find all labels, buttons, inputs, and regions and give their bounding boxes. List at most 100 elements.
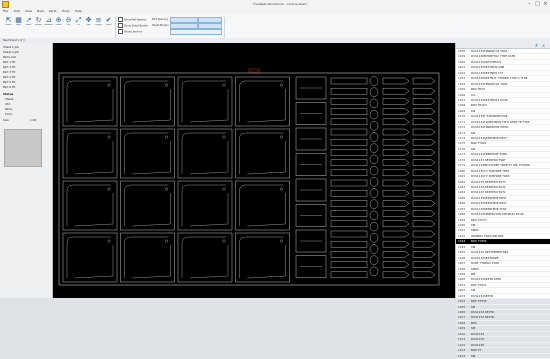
parameter-field[interactable] [170,29,222,35]
part-hole[interactable] [165,83,168,87]
bar-part[interactable] [330,118,368,126]
round-part[interactable] [369,177,379,187]
bar-part[interactable] [330,230,368,238]
left-panel-item[interactable]: Sheet 2 Job [3,50,29,54]
part-contour[interactable] [74,141,114,175]
sheet-marker[interactable] [248,68,260,73]
part-contour[interactable] [124,80,169,122]
strip-part[interactable] [412,77,436,85]
part-contour[interactable] [181,184,226,226]
part-contour[interactable] [124,236,169,278]
part-contour[interactable] [247,245,286,279]
bar-part[interactable] [330,251,368,258]
strip-part[interactable] [382,189,410,197]
strip-part[interactable] [412,210,436,217]
round-part[interactable] [369,255,379,265]
part-hole[interactable] [107,239,111,243]
round-part[interactable] [369,210,379,221]
bar-part[interactable] [330,179,368,187]
round-part[interactable] [369,233,379,243]
zoom-fit-button[interactable]: ⤢ Fit [74,16,83,29]
bar-part[interactable] [330,138,368,146]
nested-part[interactable] [177,128,233,179]
part-hole[interactable] [280,187,283,191]
part-hole[interactable] [165,135,168,139]
nested-part[interactable] [235,232,290,283]
strip-part[interactable] [382,149,410,156]
part-contour[interactable] [74,245,114,279]
part-contour[interactable] [247,89,286,123]
sheet-border[interactable] [58,72,440,286]
part-hole[interactable] [107,135,111,139]
part-contour[interactable] [74,193,114,227]
bar-part[interactable] [330,200,368,207]
strip-part[interactable] [382,128,410,136]
round-part[interactable] [369,154,379,165]
part-contour[interactable] [239,184,284,226]
round-part[interactable] [369,76,379,86]
strip-part[interactable] [382,169,410,177]
left-panel-item[interactable]: Part 3 Fit [3,70,29,74]
bar-part[interactable] [330,220,368,228]
nested-part[interactable] [235,76,290,127]
bar-part[interactable] [330,108,368,115]
bar-part[interactable] [330,159,368,166]
round-part[interactable] [369,121,379,131]
round-part[interactable] [369,165,379,176]
strip-part[interactable] [382,210,410,217]
part-contour[interactable] [132,89,171,123]
nested-part[interactable] [177,232,233,283]
strip-part[interactable] [412,220,436,228]
part-hole[interactable] [165,239,168,243]
left-panel-item[interactable]: Sheet 1 Job [3,45,29,49]
bar-part[interactable] [330,189,368,197]
bar-part[interactable] [330,149,368,156]
app-logo-icon[interactable] [2,1,9,8]
nested-part[interactable] [62,232,118,283]
strip-part[interactable] [382,179,410,187]
strip-part[interactable] [382,98,410,105]
part-hole[interactable] [165,187,168,191]
strip-part[interactable] [382,200,410,207]
strip-part[interactable] [412,138,436,146]
strip-part[interactable] [412,251,436,258]
nest-canvas[interactable] [53,43,455,298]
left-panel-item[interactable]: Part 5 Fit [3,80,29,84]
nested-part[interactable] [177,180,233,231]
strip-part[interactable] [412,87,436,95]
part-hole[interactable] [222,187,226,191]
strip-part[interactable] [382,220,410,228]
bar-part[interactable] [330,261,368,268]
nested-part[interactable] [177,76,233,127]
option-show-sheet-border[interactable]: Show Sheet Border [118,23,148,28]
part-contour[interactable] [181,80,226,122]
strip-part[interactable] [382,108,410,115]
nested-part[interactable] [235,128,290,179]
strip-part[interactable] [382,87,410,95]
select-tool-button[interactable]: ⇱ Select [4,16,13,29]
strip-part[interactable] [412,169,436,177]
nested-part[interactable] [120,180,175,231]
bar-part[interactable] [330,271,368,279]
strip-part[interactable] [382,230,410,238]
part-contour[interactable] [66,132,111,174]
part-contour[interactable] [189,141,229,175]
rotate-tool-button[interactable]: ↻ Rotate [34,16,43,29]
strip-part[interactable] [382,251,410,258]
part-hole[interactable] [222,239,226,243]
bar-part[interactable] [330,240,368,248]
nested-part[interactable] [62,180,118,231]
layers-button[interactable]: ≡ Layers [94,16,103,29]
part-hole[interactable] [107,83,111,87]
bar-part[interactable] [330,169,368,177]
strip-part[interactable] [412,118,436,126]
pin-icon[interactable]: ⊼ [534,43,539,48]
part-contour[interactable] [181,132,226,174]
round-part[interactable] [369,199,379,209]
nested-part[interactable] [62,128,118,179]
strip-part[interactable] [412,149,436,156]
bar-part[interactable] [330,87,368,95]
round-part[interactable] [369,87,379,97]
part-contour[interactable] [66,184,111,226]
nested-part[interactable] [120,76,175,127]
